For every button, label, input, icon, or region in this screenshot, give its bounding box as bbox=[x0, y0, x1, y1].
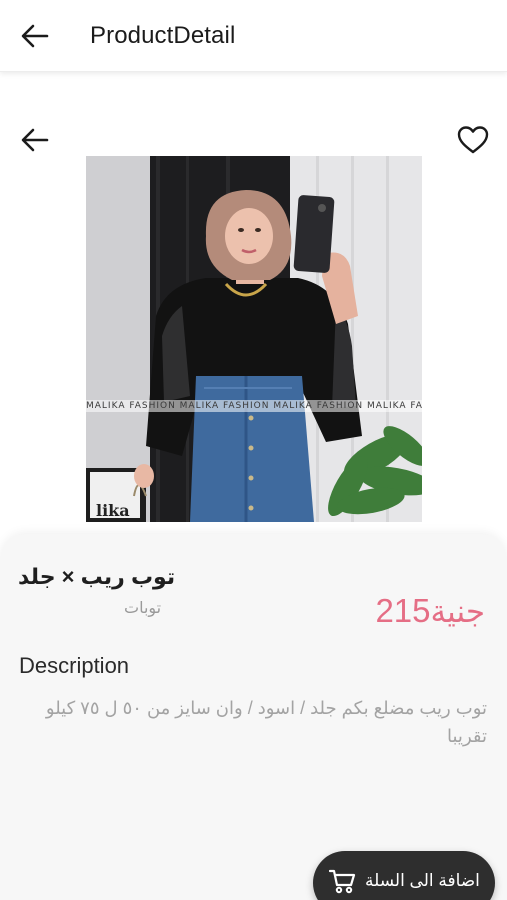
description-heading: Description bbox=[19, 653, 130, 678]
favorite-button[interactable] bbox=[456, 124, 490, 156]
product-photo: lika MALIKA FASHION MALIKA FASHION MALIK… bbox=[86, 156, 422, 522]
product-photo-illustration: lika bbox=[86, 156, 422, 522]
product-details-sheet: توب ريب × جلد توبات 215جنية Description … bbox=[0, 534, 507, 900]
arrow-left-icon bbox=[21, 128, 49, 152]
product-price: 215جنية bbox=[375, 592, 485, 630]
add-to-cart-label: اضافة الى السلة bbox=[365, 871, 480, 890]
svg-text:lika: lika bbox=[96, 501, 130, 520]
appbar-back-button[interactable] bbox=[20, 22, 50, 50]
watermark-text: MALIKA FASHION MALIKA FASHION MALIKA FAS… bbox=[86, 400, 422, 412]
cart-icon bbox=[328, 868, 357, 894]
sign-text: lika bbox=[96, 501, 130, 520]
heart-outline-icon bbox=[457, 126, 489, 154]
product-image-area: lika MALIKA FASHION MALIKA FASHION MALIK… bbox=[0, 72, 507, 542]
add-to-cart-button[interactable]: اضافة الى السلة bbox=[313, 851, 495, 900]
product-detail-screen: ProductDetail lika MALIKA FASHION MALIKA… bbox=[0, 0, 507, 900]
price-currency: جنية bbox=[430, 594, 486, 629]
page-title: ProductDetail bbox=[90, 22, 236, 49]
app-bar: ProductDetail bbox=[0, 0, 507, 72]
price-value: 215 bbox=[375, 592, 431, 629]
image-back-button[interactable] bbox=[20, 126, 50, 154]
arrow-left-icon bbox=[21, 24, 49, 48]
product-category: توبات bbox=[124, 600, 162, 617]
product-name: توب ريب × جلد bbox=[18, 564, 176, 589]
description-text: توب ريب مضلع بكم جلد / اسود / وان سايز م… bbox=[45, 698, 487, 746]
